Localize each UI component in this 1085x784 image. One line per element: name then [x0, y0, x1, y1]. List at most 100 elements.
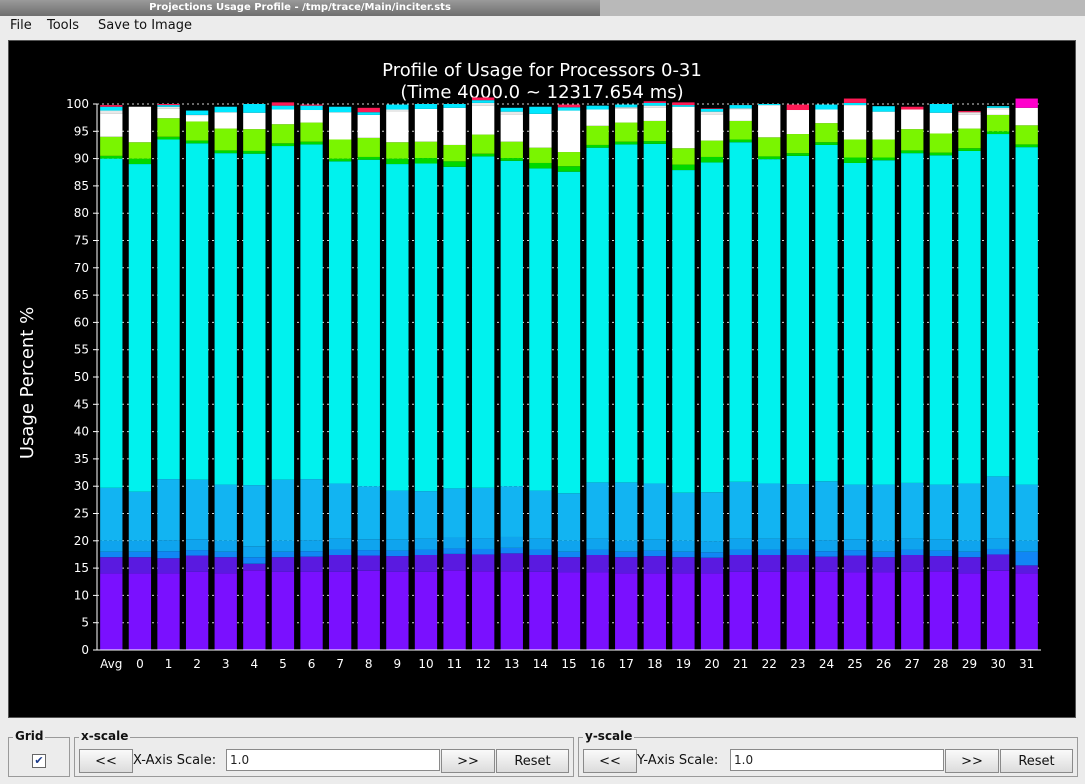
bar-segment [843, 105, 867, 140]
bar-segment [472, 571, 495, 650]
bar-segment [271, 105, 295, 110]
bar-segment [386, 490, 409, 540]
bar-segment [243, 570, 266, 650]
y-scale-decrease-button[interactable]: << [583, 749, 637, 773]
bar-segment [615, 144, 638, 483]
bar-segment [1015, 107, 1038, 126]
bar-segment [529, 538, 552, 550]
bar-segment [615, 141, 638, 145]
bar-segment [815, 481, 838, 541]
x-scale-increase-button[interactable]: >> [441, 749, 495, 773]
bar-segment [100, 106, 123, 111]
bar-segment [729, 481, 752, 539]
bar-segment [185, 140, 209, 144]
bar-segment [414, 491, 438, 539]
bar-segment [958, 551, 981, 558]
bar-segment [185, 550, 209, 556]
x-tick-label: 14 [533, 657, 548, 671]
bar-segment [243, 563, 266, 571]
bar-segment [586, 144, 609, 148]
x-axis-scale-input[interactable] [226, 749, 440, 771]
bar-segment [100, 551, 123, 558]
x-tick-label: 4 [251, 657, 259, 671]
bar-segment [271, 102, 295, 106]
bar-segment [958, 128, 981, 149]
bar-segment [958, 540, 981, 552]
bar-segment [128, 551, 152, 558]
bar-segment [357, 159, 380, 487]
y-tick-label: 75 [74, 234, 89, 248]
bar-segment [843, 550, 867, 556]
bar-segment [128, 573, 152, 650]
window-title: Projections Usage Profile - /tmp/trace/M… [149, 2, 451, 13]
y-tick-label: 25 [74, 507, 89, 521]
bar-segment [843, 139, 867, 158]
bar-segment [128, 491, 152, 541]
bar-segment [214, 540, 237, 552]
bar-segment [214, 106, 237, 113]
bar-segment [472, 97, 495, 101]
bar-segment [214, 551, 237, 558]
y-tick-label: 45 [74, 397, 89, 411]
bar-segment [100, 557, 123, 574]
bar-segment [901, 106, 924, 110]
bar-segment [729, 142, 752, 482]
bar-segment [300, 104, 323, 106]
bar-segment [615, 107, 638, 109]
bar-segment [958, 150, 981, 484]
bar-segment [328, 554, 352, 572]
y-scale-reset-button[interactable]: Reset [1000, 749, 1073, 773]
bar-segment [729, 554, 752, 572]
bar-segment [615, 540, 638, 552]
y-scale-increase-button[interactable]: >> [945, 749, 999, 773]
y-tick-label: 65 [74, 288, 89, 302]
bar-segment [386, 109, 409, 112]
menu-save-to-image[interactable]: Save to Image [98, 18, 192, 33]
bar-segment [729, 538, 752, 550]
bar-segment [986, 131, 1010, 135]
titlebar-background [600, 0, 1085, 17]
bar-segment [472, 487, 495, 539]
x-tick-label: 2 [193, 657, 201, 671]
bar-segment [700, 573, 724, 650]
bar-segment [729, 108, 752, 110]
bar-segment [958, 112, 981, 115]
bar-segment [815, 571, 838, 650]
bar-segment [214, 484, 237, 541]
bar-segment [643, 141, 666, 144]
bar-segment [872, 157, 895, 161]
grid-checkbox[interactable]: ✔ [32, 754, 46, 768]
bar-segment [300, 141, 323, 145]
bar-segment [271, 571, 295, 650]
bar-segment [414, 163, 438, 492]
x-tick-label: 8 [365, 657, 373, 671]
x-tick-label: 18 [647, 657, 662, 671]
bar-segment [615, 482, 638, 541]
y-axis-scale-label: Y-Axis Scale: [637, 753, 719, 768]
y-axis-scale-input[interactable] [730, 749, 944, 771]
bar-segment [843, 539, 867, 551]
x-scale-decrease-button[interactable]: << [79, 749, 133, 773]
bar-segment [128, 540, 152, 552]
bar-segment [815, 551, 838, 557]
menu-file[interactable]: File [10, 18, 32, 33]
bar-segment [214, 128, 237, 151]
bar-segment [615, 122, 638, 142]
bar-segment [500, 141, 523, 159]
x-tick-label: 7 [336, 657, 344, 671]
x-tick-label: 21 [733, 657, 748, 671]
bar-segment [786, 153, 810, 156]
bar-segment [386, 550, 409, 557]
bar-segment [643, 556, 666, 574]
bar-segment [786, 110, 810, 135]
bar-segment [157, 540, 180, 552]
bar-segment [100, 155, 123, 159]
bar-segment [700, 156, 724, 163]
bar-segment [100, 573, 123, 650]
bar-segment [557, 166, 581, 172]
grid-group: Grid ✔ [8, 729, 70, 777]
bar-segment [815, 123, 838, 143]
bar-segment [128, 557, 152, 574]
x-scale-reset-button[interactable]: Reset [496, 749, 569, 773]
menu-tools[interactable]: Tools [47, 18, 79, 33]
